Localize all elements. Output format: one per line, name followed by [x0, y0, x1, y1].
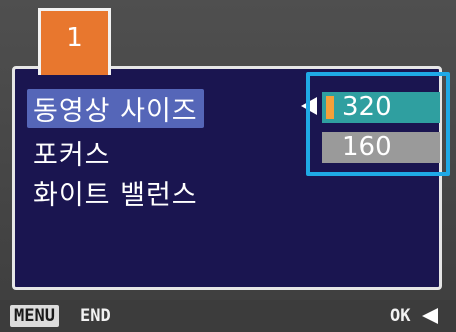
ok-arrow-icon: [422, 308, 438, 324]
menu-item-label: 화이트 밸런스: [33, 180, 198, 211]
menu-item-label: 동영상 사이즈: [33, 96, 198, 127]
option-160[interactable]: 160: [322, 132, 440, 163]
menu-item-movie-size[interactable]: 동영상 사이즈: [27, 89, 204, 128]
menu-item-focus[interactable]: 포커스: [33, 133, 111, 172]
camera-screen: 동영상 사이즈 포커스 화이트 밸런스 1 320 160 MENU END O…: [0, 0, 456, 332]
tab-number: 1: [66, 23, 83, 53]
footer-bar: MENU END OK: [0, 300, 456, 332]
menu-key[interactable]: MENU: [10, 305, 59, 327]
menu-item-label: 포커스: [33, 140, 111, 171]
ok-key[interactable]: OK: [390, 306, 410, 326]
menu-item-white-balance[interactable]: 화이트 밸런스: [33, 173, 198, 212]
tab-1[interactable]: 1: [38, 8, 111, 75]
end-label: END: [80, 306, 111, 326]
option-320[interactable]: 320: [322, 92, 440, 123]
